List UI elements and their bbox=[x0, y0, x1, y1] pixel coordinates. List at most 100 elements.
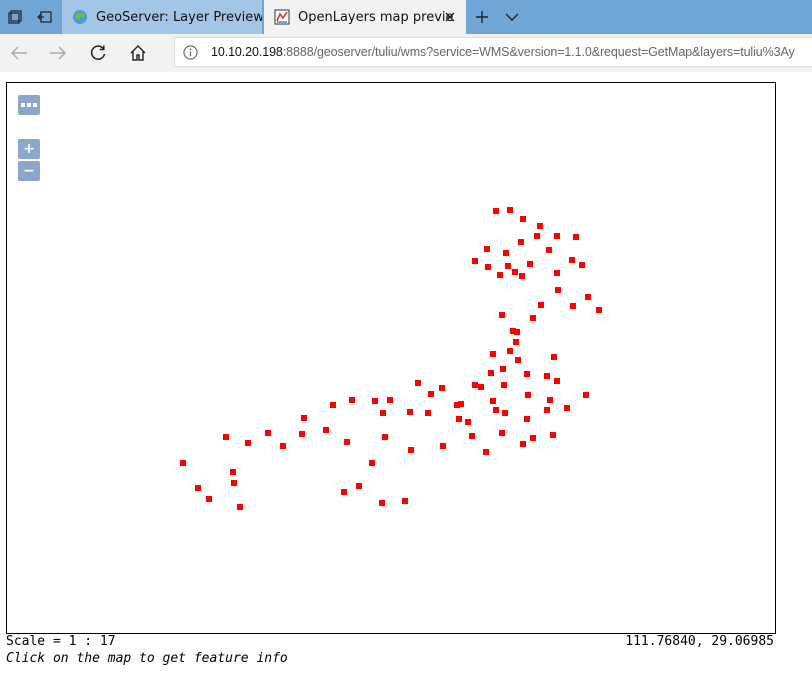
tab-list-button[interactable] bbox=[500, 5, 524, 29]
feature-point[interactable] bbox=[493, 407, 499, 413]
close-tab-button[interactable] bbox=[442, 9, 458, 25]
feature-point[interactable] bbox=[299, 431, 305, 437]
feature-point[interactable] bbox=[356, 483, 362, 489]
feature-point[interactable] bbox=[478, 384, 484, 390]
feature-point[interactable] bbox=[408, 447, 414, 453]
feature-point[interactable] bbox=[583, 392, 589, 398]
feature-point[interactable] bbox=[237, 504, 243, 510]
feature-point[interactable] bbox=[525, 392, 531, 398]
feature-point[interactable] bbox=[490, 351, 496, 357]
feature-point[interactable] bbox=[530, 315, 536, 321]
feature-point[interactable] bbox=[341, 489, 347, 495]
feature-point[interactable] bbox=[499, 430, 505, 436]
feature-point[interactable] bbox=[472, 258, 478, 264]
info-icon[interactable] bbox=[183, 45, 198, 60]
feature-point[interactable] bbox=[524, 371, 530, 377]
feature-point[interactable] bbox=[520, 441, 526, 447]
feature-point[interactable] bbox=[245, 440, 251, 446]
feature-point[interactable] bbox=[428, 391, 434, 397]
feature-point[interactable] bbox=[564, 405, 570, 411]
feature-point[interactable] bbox=[544, 407, 550, 413]
feature-point[interactable] bbox=[546, 247, 552, 253]
feature-point[interactable] bbox=[497, 272, 503, 278]
feature-point[interactable] bbox=[507, 348, 513, 354]
feature-point[interactable] bbox=[512, 269, 518, 275]
zoom-in-button[interactable]: + bbox=[18, 139, 40, 159]
feature-point[interactable] bbox=[547, 397, 553, 403]
set-aside-tabs-button[interactable] bbox=[30, 0, 60, 34]
feature-point[interactable] bbox=[456, 416, 462, 422]
feature-point[interactable] bbox=[551, 354, 557, 360]
feature-point[interactable] bbox=[524, 416, 530, 422]
feature-point[interactable] bbox=[382, 434, 388, 440]
feature-point[interactable] bbox=[323, 427, 329, 433]
feature-point[interactable] bbox=[280, 443, 286, 449]
feature-point[interactable] bbox=[372, 398, 378, 404]
feature-point[interactable] bbox=[579, 262, 585, 268]
feature-point[interactable] bbox=[407, 409, 413, 415]
feature-point[interactable] bbox=[469, 433, 475, 439]
feature-point[interactable] bbox=[490, 398, 496, 404]
toolbar-toggle-button[interactable] bbox=[18, 95, 40, 115]
feature-point[interactable] bbox=[440, 443, 446, 449]
feature-point[interactable] bbox=[483, 449, 489, 455]
feature-point[interactable] bbox=[501, 382, 507, 388]
feature-point[interactable] bbox=[484, 246, 490, 252]
feature-point[interactable] bbox=[505, 263, 511, 269]
feature-point[interactable] bbox=[555, 287, 561, 293]
feature-point[interactable] bbox=[231, 480, 237, 486]
feature-point[interactable] bbox=[499, 312, 505, 318]
address-bar[interactable]: 10.10.20.198:8888/geoserver/tuliu/wms?se… bbox=[174, 37, 812, 67]
feature-point[interactable] bbox=[519, 273, 525, 279]
feature-point[interactable] bbox=[503, 250, 509, 256]
feature-point[interactable] bbox=[554, 378, 560, 384]
refresh-button[interactable] bbox=[84, 39, 112, 67]
feature-point[interactable] bbox=[585, 294, 591, 300]
feature-point[interactable] bbox=[554, 233, 560, 239]
feature-point[interactable] bbox=[472, 382, 478, 388]
tab-actions-button[interactable] bbox=[0, 0, 30, 34]
feature-point[interactable] bbox=[493, 208, 499, 214]
feature-point[interactable] bbox=[330, 402, 336, 408]
feature-point[interactable] bbox=[550, 432, 556, 438]
feature-point[interactable] bbox=[507, 207, 513, 213]
feature-point[interactable] bbox=[301, 415, 307, 421]
feature-point[interactable] bbox=[425, 410, 431, 416]
feature-point[interactable] bbox=[415, 380, 421, 386]
feature-point[interactable] bbox=[573, 234, 579, 240]
feature-point[interactable] bbox=[515, 357, 521, 363]
feature-point[interactable] bbox=[530, 435, 536, 441]
url-text[interactable]: 10.10.20.198:8888/geoserver/tuliu/wms?se… bbox=[211, 45, 795, 59]
feature-point[interactable] bbox=[488, 370, 494, 376]
tab-openlayers-map-preview[interactable]: OpenLayers map previe bbox=[264, 0, 466, 34]
feature-point[interactable] bbox=[554, 270, 560, 276]
feature-point[interactable] bbox=[265, 430, 271, 436]
feature-point[interactable] bbox=[454, 402, 460, 408]
feature-point[interactable] bbox=[513, 339, 519, 345]
feature-point[interactable] bbox=[570, 303, 576, 309]
feature-point[interactable] bbox=[439, 385, 445, 391]
feature-point[interactable] bbox=[596, 307, 602, 313]
feature-point[interactable] bbox=[380, 410, 386, 416]
map-viewport[interactable]: + − bbox=[6, 82, 776, 634]
back-button[interactable] bbox=[5, 39, 33, 67]
home-button[interactable] bbox=[124, 39, 152, 67]
feature-point[interactable] bbox=[369, 460, 375, 466]
feature-point[interactable] bbox=[349, 397, 355, 403]
feature-point[interactable] bbox=[538, 302, 544, 308]
feature-point[interactable] bbox=[537, 223, 543, 229]
feature-point[interactable] bbox=[544, 373, 550, 379]
feature-point[interactable] bbox=[465, 419, 471, 425]
feature-point[interactable] bbox=[534, 233, 540, 239]
feature-point[interactable] bbox=[180, 460, 186, 466]
feature-point[interactable] bbox=[514, 329, 520, 335]
feature-point[interactable] bbox=[527, 261, 533, 267]
feature-point[interactable] bbox=[206, 496, 212, 502]
feature-point[interactable] bbox=[502, 410, 508, 416]
feature-point[interactable] bbox=[485, 264, 491, 270]
zoom-out-button[interactable]: − bbox=[18, 161, 40, 181]
feature-point[interactable] bbox=[402, 498, 408, 504]
new-tab-button[interactable] bbox=[470, 5, 494, 29]
feature-point[interactable] bbox=[569, 257, 575, 263]
feature-point[interactable] bbox=[223, 434, 229, 440]
